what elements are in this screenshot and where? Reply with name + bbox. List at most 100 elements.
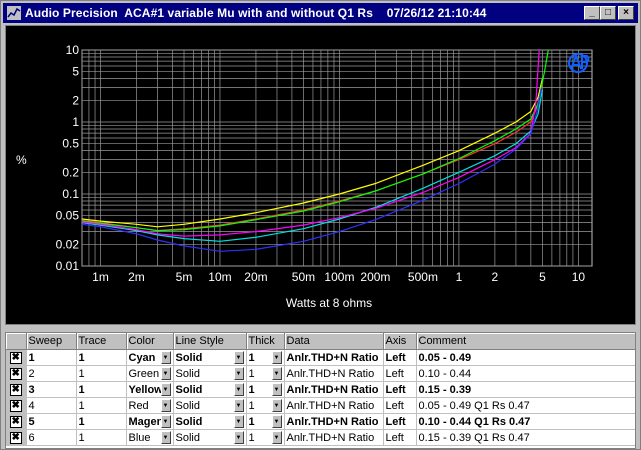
linestyle-select[interactable]: Solid ▼ xyxy=(173,349,247,366)
table-row[interactable]: ✖ 51Magenta▼Solid▼1▼Anlr.THD+N RatioLeft0… xyxy=(6,413,635,430)
axis-cell[interactable]: Left xyxy=(383,349,417,366)
data-cell[interactable]: Anlr.THD+N Ratio xyxy=(284,429,384,446)
trace-cell[interactable]: 1 xyxy=(76,429,127,446)
dropdown-arrow-icon[interactable]: ▼ xyxy=(160,351,171,364)
data-cell[interactable]: Anlr.THD+N Ratio xyxy=(284,349,384,366)
dropdown-arrow-icon[interactable]: ▼ xyxy=(271,367,282,380)
linestyle-select[interactable]: Solid ▼ xyxy=(173,381,247,398)
trace-cell[interactable]: 1 xyxy=(76,365,127,382)
thick-select[interactable]: 1 ▼ xyxy=(246,365,285,382)
comment-col-header[interactable]: Comment xyxy=(416,333,635,350)
graph-panel[interactable]: 1m 2m 5m 10m 20m 50m 100m 200m 500m 1 2 5 10 10 5 2 1 0.5… xyxy=(5,25,636,325)
delete-row-icon[interactable]: ✖ xyxy=(9,383,22,396)
axis-cell[interactable]: Left xyxy=(383,413,417,430)
axis-cell[interactable]: Left xyxy=(383,429,417,446)
color-col-header[interactable]: Color xyxy=(126,333,174,350)
close-button[interactable]: × xyxy=(618,6,634,20)
row-delete-cell[interactable]: ✖ xyxy=(6,429,27,446)
thick-select[interactable]: 1 ▼ xyxy=(246,413,285,430)
title-bar[interactable]: Audio Precision ACA#1 variable Mu with a… xyxy=(3,3,638,23)
row-delete-cell[interactable]: ✖ xyxy=(6,365,27,382)
thick-col-header[interactable]: Thick xyxy=(246,333,285,350)
row-delete-cell[interactable]: ✖ xyxy=(6,397,27,414)
dropdown-arrow-icon[interactable]: ▼ xyxy=(271,383,282,396)
table-row[interactable]: ✖ 1 1 Cyan ▼ Solid ▼ 1 ▼ Anlr.THD+N Ratio Left 0.05… xyxy=(6,349,635,366)
data-cell[interactable]: Anlr.THD+N Ratio xyxy=(284,413,384,430)
color-select[interactable]: Green ▼ xyxy=(126,365,174,382)
sweep-cell[interactable]: 4 xyxy=(26,397,77,414)
color-select[interactable]: Red ▼ xyxy=(126,397,174,414)
maximize-button[interactable]: □ xyxy=(600,6,616,20)
dropdown-arrow-icon[interactable]: ▼ xyxy=(271,431,282,444)
trace-cell[interactable]: 1 xyxy=(76,397,127,414)
minimize-button[interactable]: _ xyxy=(584,6,600,20)
axis-cell[interactable]: Left xyxy=(383,397,417,414)
sweep-cell[interactable]: 6 xyxy=(26,429,77,446)
delete-row-icon[interactable]: ✖ xyxy=(9,367,22,380)
axis-cell[interactable]: Left xyxy=(383,381,417,398)
sweep-cell[interactable]: 3 xyxy=(26,381,77,398)
thd-chart[interactable]: 1m 2m 5m 10m 20m 50m 100m 200m 500m 1 2 5 10 10 5 2 1 0.5… xyxy=(6,26,635,324)
dropdown-arrow-icon[interactable]: ▼ xyxy=(233,351,244,364)
thick-select[interactable]: 1 ▼ xyxy=(246,381,285,398)
row-delete-cell[interactable]: ✖ xyxy=(6,413,27,430)
data-cell[interactable]: Anlr.THD+N Ratio xyxy=(284,365,384,382)
dropdown-arrow-icon[interactable]: ▼ xyxy=(233,367,244,380)
axis-col-header[interactable]: Axis xyxy=(383,333,417,350)
sweep-col-header[interactable]: Sweep xyxy=(26,333,77,350)
delete-row-icon[interactable]: ✖ xyxy=(9,415,22,428)
comment-cell[interactable]: 0.05 - 0.49 xyxy=(416,349,635,366)
thick-select[interactable]: 1 ▼ xyxy=(246,397,285,414)
data-cell[interactable]: Anlr.THD+N Ratio xyxy=(284,397,384,414)
data-cell[interactable]: Anlr.THD+N Ratio xyxy=(284,381,384,398)
color-select[interactable]: Yellow ▼ xyxy=(126,381,174,398)
color-select[interactable]: Blue ▼ xyxy=(126,429,174,446)
dropdown-arrow-icon[interactable]: ▼ xyxy=(233,431,244,444)
table-row[interactable]: ✖ 3 1 Yellow ▼ Solid ▼ 1 ▼ Anlr.THD+N Ratio Left 0.… xyxy=(6,381,635,398)
linestyle-col-header[interactable]: Line Style xyxy=(173,333,247,350)
comment-cell[interactable]: 0.15 - 0.39 xyxy=(416,381,635,398)
delete-col-header[interactable] xyxy=(6,333,27,350)
comment-cell[interactable]: 0.10 - 0.44 Q1 Rs 0.47 xyxy=(416,413,635,430)
audio-precision-app-icon[interactable] xyxy=(7,6,21,20)
sweep-cell[interactable]: 2 xyxy=(26,365,77,382)
trace-col-header[interactable]: Trace xyxy=(76,333,127,350)
dropdown-arrow-icon[interactable]: ▼ xyxy=(271,415,282,428)
table-row[interactable]: ✖ 4 1 Red ▼ Solid ▼ 1 ▼ Anlr.THD+N Ratio Left 0.05 … xyxy=(6,397,635,414)
row-delete-cell[interactable]: ✖ xyxy=(6,381,27,398)
data-col-header[interactable]: Data xyxy=(284,333,384,350)
sweep-cell[interactable]: 1 xyxy=(26,349,77,366)
color-select[interactable]: Cyan ▼ xyxy=(126,349,174,366)
linestyle-select[interactable]: Solid ▼ xyxy=(173,365,247,382)
sweep-cell[interactable]: 5 xyxy=(26,413,77,430)
dropdown-arrow-icon[interactable]: ▼ xyxy=(233,415,244,428)
dropdown-arrow-icon[interactable]: ▼ xyxy=(233,383,244,396)
axis-cell[interactable]: Left xyxy=(383,365,417,382)
dropdown-arrow-icon[interactable]: ▼ xyxy=(160,367,171,380)
delete-row-icon[interactable]: ✖ xyxy=(9,351,22,364)
delete-row-icon[interactable]: ✖ xyxy=(9,399,22,412)
dropdown-arrow-icon[interactable]: ▼ xyxy=(160,415,171,428)
dropdown-arrow-icon[interactable]: ▼ xyxy=(160,399,171,412)
color-select[interactable]: Magenta▼ xyxy=(126,413,174,430)
dropdown-arrow-icon[interactable]: ▼ xyxy=(233,399,244,412)
trace-cell[interactable]: 1 xyxy=(76,381,127,398)
thick-select[interactable]: 1 ▼ xyxy=(246,349,285,366)
table-row[interactable]: ✖ 2 1 Green ▼ Solid ▼ 1 ▼ Anlr.THD+N Ratio Left 0.1… xyxy=(6,365,635,382)
thick-select[interactable]: 1 ▼ xyxy=(246,429,285,446)
dropdown-arrow-icon[interactable]: ▼ xyxy=(271,399,282,412)
dropdown-arrow-icon[interactable]: ▼ xyxy=(160,383,171,396)
trace-cell[interactable]: 1 xyxy=(76,413,127,430)
linestyle-select[interactable]: Solid ▼ xyxy=(173,429,247,446)
delete-row-icon[interactable]: ✖ xyxy=(9,431,22,444)
table-row[interactable]: ✖ 6 1 Blue ▼ Solid ▼ 1 ▼ Anlr.THD+N Ratio Left 0.15… xyxy=(6,429,635,446)
dropdown-arrow-icon[interactable]: ▼ xyxy=(271,351,282,364)
dropdown-arrow-icon[interactable]: ▼ xyxy=(160,431,171,444)
row-delete-cell[interactable]: ✖ xyxy=(6,349,27,366)
comment-cell[interactable]: 0.15 - 0.39 Q1 Rs 0.47 xyxy=(416,429,635,446)
linestyle-select[interactable]: Solid ▼ xyxy=(173,397,247,414)
trace-cell[interactable]: 1 xyxy=(76,349,127,366)
linestyle-select[interactable]: Solid ▼ xyxy=(173,413,247,430)
comment-cell[interactable]: 0.10 - 0.44 xyxy=(416,365,635,382)
comment-cell[interactable]: 0.05 - 0.49 Q1 Rs 0.47 xyxy=(416,397,635,414)
